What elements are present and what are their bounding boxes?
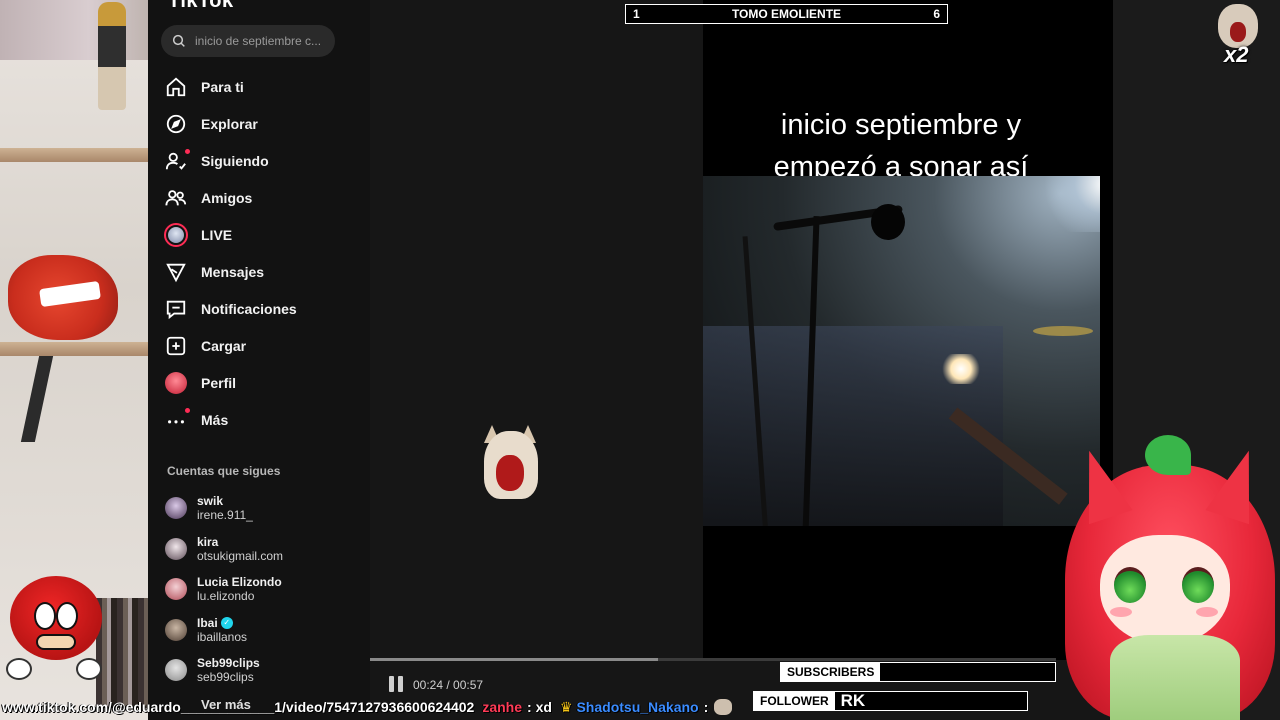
compass-icon — [164, 112, 188, 136]
goal-count-left: 1 — [633, 7, 640, 21]
sidebar-item-label: LIVE — [201, 226, 233, 243]
video-progress-bar[interactable] — [370, 658, 1056, 661]
sidebar-item-para-ti[interactable]: Para ti — [164, 68, 364, 105]
shelf — [0, 148, 148, 162]
figure-toy — [98, 2, 126, 110]
sidebar-item-mensajes[interactable]: Mensajes — [164, 253, 364, 290]
chat-username: zanhe — [482, 699, 523, 715]
avatar — [165, 578, 187, 601]
more-dots-icon — [164, 407, 190, 432]
avatar — [165, 497, 187, 520]
search-icon — [172, 34, 185, 47]
profile-avatar — [164, 371, 188, 395]
following-account[interactable]: kira otsukigmail.com — [165, 529, 365, 570]
tiktok-sidebar: TikTok Para ti Explorar — [148, 0, 370, 720]
sidebar-item-label: Para ti — [201, 78, 244, 95]
account-name: kira — [197, 534, 219, 549]
video-feed: inicio septiembre y empezó a sonar así — [370, 0, 1113, 720]
avatar — [165, 537, 187, 560]
sidebar-item-explorar[interactable]: Explorar — [164, 105, 364, 142]
search-bar[interactable] — [161, 25, 335, 57]
sidebar-item-cargar[interactable]: Cargar — [164, 327, 364, 364]
sidebar-item-label: Explorar — [201, 115, 258, 132]
chat-message: : xd — [527, 699, 552, 715]
concert-video[interactable] — [703, 176, 1100, 526]
crown-icon: ♛ — [559, 698, 573, 715]
following-account[interactable]: Seb99clips seb99clips — [165, 650, 365, 691]
stream-screen: TikTok Para ti Explorar — [0, 0, 1280, 720]
sidebar-item-label: Notificaciones — [201, 300, 297, 317]
sidebar-item-label: Más — [201, 411, 229, 428]
knuckles-plush — [6, 572, 106, 692]
account-name: swik — [197, 494, 224, 509]
multiplier-badge: x2 — [1212, 2, 1266, 67]
home-icon — [164, 75, 188, 99]
microphone — [871, 204, 905, 240]
upload-plus-icon — [164, 334, 188, 358]
account-handle: lu.elizondo — [197, 589, 255, 604]
user-following-icon — [164, 148, 190, 173]
sidebar-item-label: Mensajes — [201, 263, 265, 280]
account-handle: otsukigmail.com — [197, 548, 284, 563]
avatar — [165, 659, 187, 682]
sidebar-nav: Para ti Explorar Siguiendo Amigos LIVE M… — [164, 68, 364, 438]
following-account[interactable]: swik irene.911_ — [165, 488, 365, 529]
verified-badge-icon: ✓ — [220, 616, 233, 629]
notification-dot — [185, 407, 190, 413]
account-handle: seb99clips — [197, 670, 254, 685]
account-name: Ibai — [197, 615, 218, 630]
popcat-emote — [478, 425, 542, 500]
pause-button[interactable] — [389, 676, 405, 692]
account-handle: irene.911_ — [197, 508, 253, 523]
stage-spotlight — [1033, 176, 1100, 232]
sidebar-item-label: Cargar — [201, 337, 247, 354]
sidebar-item-live[interactable]: LIVE — [164, 216, 364, 253]
subscribers-label: SUBSCRIBERS — [781, 663, 881, 681]
friends-icon — [164, 186, 188, 210]
sidebar-item-label: Siguiendo — [201, 152, 269, 169]
cymbal — [1033, 326, 1093, 336]
following-account[interactable]: Ibai ✓ ibaillanos — [165, 610, 365, 651]
shelf — [0, 342, 148, 356]
webcam-background — [0, 0, 148, 720]
video-time: 00:24 / 00:57 — [413, 678, 484, 692]
search-input[interactable] — [195, 34, 325, 48]
video-url: www.tiktok.com/@eduardo____________1/vid… — [2, 699, 475, 715]
chat-username: Shadotsu_Nakano — [576, 699, 699, 715]
sidebar-item-perfil[interactable]: Perfil — [164, 364, 364, 401]
sidebar-item-amigos[interactable]: Amigos — [164, 179, 364, 216]
video-progress-fill — [370, 658, 659, 661]
sidebar-item-mas[interactable]: Más — [164, 401, 364, 438]
account-name: Lucia Elizondo — [197, 575, 282, 590]
inbox-icon — [164, 297, 188, 321]
vtuber-avatar — [1055, 435, 1280, 720]
red-mask-figure — [8, 255, 118, 340]
shelf-bracket — [20, 356, 54, 442]
tiktok-logo[interactable]: TikTok — [168, 0, 234, 13]
goal-count-right: 6 — [933, 7, 940, 21]
paper-plane-icon — [164, 260, 188, 284]
popcat-emote-icon — [714, 699, 733, 715]
caption-line: inicio septiembre y — [780, 109, 1022, 141]
following-section-title: Cuentas que sigues — [167, 464, 281, 478]
account-name-row: Ibai ✓ — [197, 616, 247, 630]
account-name: Seb99clips — [197, 656, 260, 671]
following-account[interactable]: Lucia Elizondo lu.elizondo — [165, 569, 365, 610]
account-handle: ibaillanos — [197, 629, 248, 644]
sidebar-item-notificaciones[interactable]: Notificaciones — [164, 290, 364, 327]
notification-dot — [185, 148, 190, 154]
goal-title: TOMO EMOLIENTE — [731, 7, 842, 21]
chat-message: : — [703, 699, 709, 715]
subscribers-bar: SUBSCRIBERS — [780, 662, 1056, 682]
guitar-light — [941, 354, 981, 384]
sidebar-item-label: Amigos — [201, 189, 253, 206]
live-icon — [164, 222, 188, 247]
goal-bar: 1 TOMO EMOLIENTE 6 — [625, 4, 948, 24]
chat-ticker: www.tiktok.com/@eduardo____________1/vid… — [0, 694, 1280, 720]
multiplier-label: x2 — [1224, 42, 1249, 67]
avatar — [165, 618, 187, 641]
following-list: swik irene.911_ kira otsukigmail.com Luc… — [165, 488, 365, 691]
sidebar-item-label: Perfil — [201, 374, 237, 391]
sidebar-item-siguiendo[interactable]: Siguiendo — [164, 142, 364, 179]
